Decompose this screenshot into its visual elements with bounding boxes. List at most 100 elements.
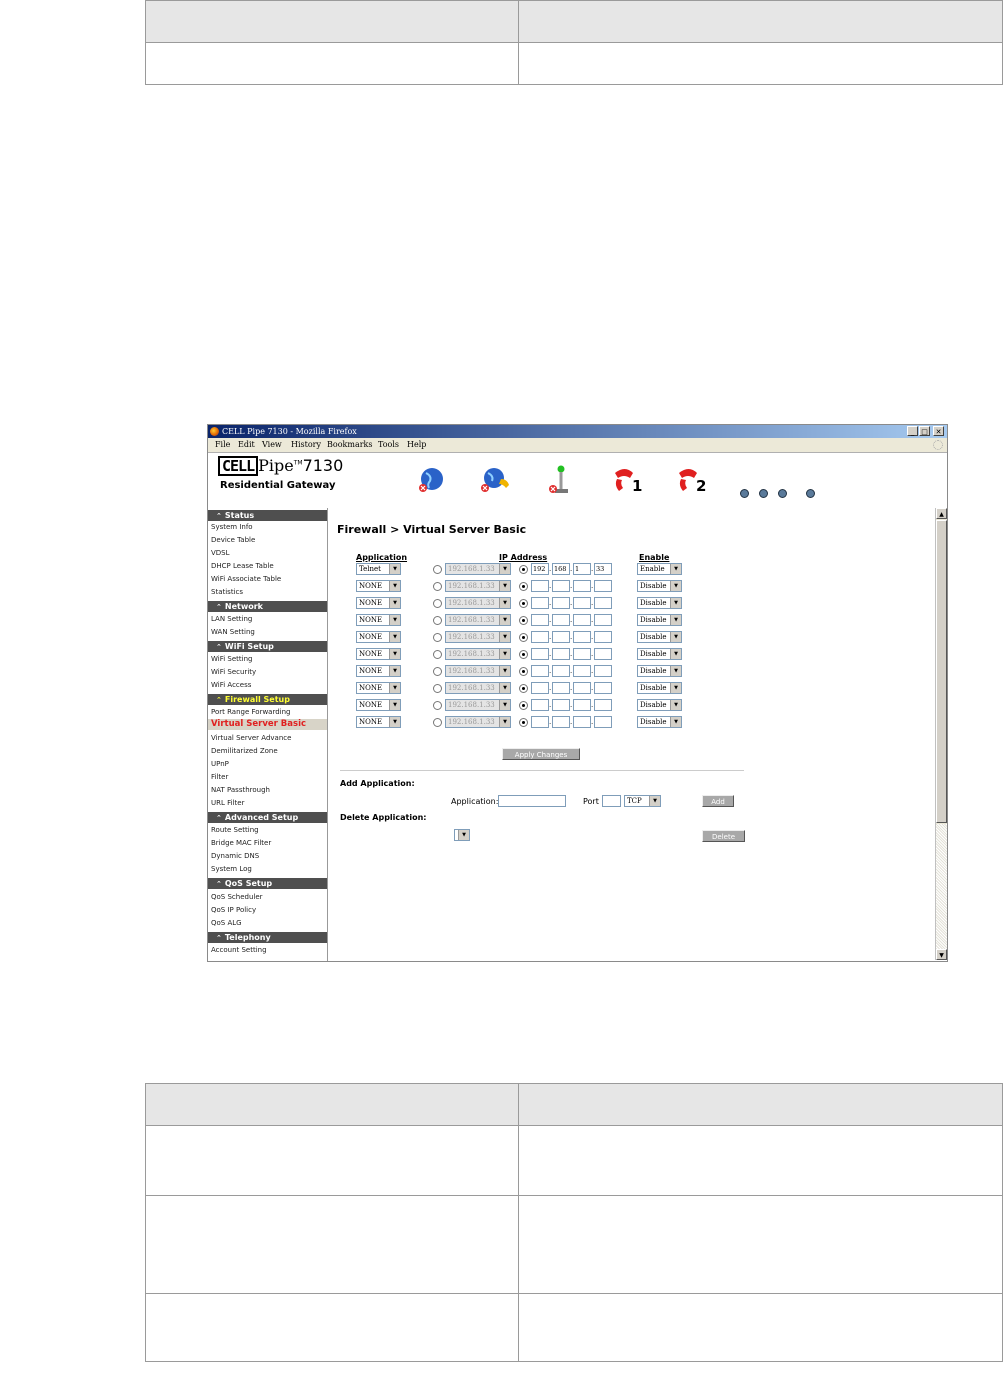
ip-octet-input[interactable] [594, 580, 612, 592]
scrollbar-thumb[interactable] [936, 520, 947, 823]
ip-octet-input[interactable] [531, 648, 549, 660]
scroll-up-icon[interactable]: ▲ [936, 508, 947, 519]
enable-select[interactable]: Disable ▼ [637, 665, 682, 677]
application-select[interactable]: NONE ▼ [356, 682, 401, 694]
sidebar-item-vdsl[interactable]: VDSL [211, 548, 230, 559]
sidebar-item-wifi-associate-table[interactable]: WiFi Associate Table [211, 574, 281, 585]
sidebar-item-wan-setting[interactable]: WAN Setting [211, 627, 255, 638]
ip-octet-input[interactable]: 168 [552, 563, 570, 575]
sidebar-item-nat-passthrough[interactable]: NAT Passthrough [211, 785, 270, 796]
ip-list-select[interactable]: 192.168.1.33 ▼ [445, 614, 511, 626]
sidebar-item-statistics[interactable]: Statistics [211, 587, 243, 598]
ip-manual-radio[interactable] [519, 616, 528, 625]
enable-select[interactable]: Enable ▼ [637, 563, 682, 575]
sidebar-section-firewall-setup[interactable]: ⌃ Firewall Setup [208, 694, 327, 705]
ip-octet-input[interactable] [552, 614, 570, 626]
ip-octet-input[interactable] [552, 580, 570, 592]
ip-octet-input[interactable] [573, 682, 591, 694]
ip-list-select[interactable]: 192.168.1.33 ▼ [445, 682, 511, 694]
sidebar-section-status[interactable]: ⌃ Status [208, 510, 327, 521]
sidebar-item-wifi-setting[interactable]: WiFi Setting [211, 654, 252, 665]
ip-list-select[interactable]: 192.168.1.33 ▼ [445, 699, 511, 711]
sidebar-item-virtual-server-basic[interactable]: Virtual Server Basic [208, 719, 327, 730]
sidebar-item-qos-scheduler[interactable]: QoS Scheduler [211, 892, 263, 903]
protocol-select[interactable]: TCP ▼ [624, 795, 661, 807]
sidebar-section-network[interactable]: ⌃ Network [208, 601, 327, 612]
ip-manual-radio[interactable] [519, 718, 528, 727]
sidebar-item-dhcp-lease-table[interactable]: DHCP Lease Table [211, 561, 274, 572]
ip-octet-input[interactable] [531, 614, 549, 626]
ip-octet-input[interactable] [531, 580, 549, 592]
application-select[interactable]: NONE ▼ [356, 648, 401, 660]
ip-octet-input[interactable] [531, 699, 549, 711]
ip-octet-input[interactable] [594, 614, 612, 626]
ip-list-radio[interactable] [433, 650, 442, 659]
delete-application-select[interactable]: ▼ [454, 829, 470, 841]
ip-octet-input[interactable] [552, 682, 570, 694]
sidebar-section-qos-setup[interactable]: ⌃ QoS Setup [208, 878, 327, 889]
ip-list-select[interactable]: 192.168.1.33 ▼ [445, 580, 511, 592]
ip-octet-input[interactable] [552, 665, 570, 677]
sidebar-item-wifi-security[interactable]: WiFi Security [211, 667, 256, 678]
ip-octet-input[interactable] [594, 648, 612, 660]
enable-select[interactable]: Disable ▼ [637, 699, 682, 711]
ip-octet-input[interactable] [594, 699, 612, 711]
ip-manual-radio[interactable] [519, 650, 528, 659]
ip-manual-radio[interactable] [519, 701, 528, 710]
close-button[interactable]: ✕ [933, 426, 944, 436]
ip-manual-radio[interactable] [519, 582, 528, 591]
ip-octet-input[interactable] [573, 665, 591, 677]
maximize-button[interactable]: □ [919, 426, 930, 436]
application-select[interactable]: NONE ▼ [356, 699, 401, 711]
scroll-down-icon[interactable]: ▼ [936, 949, 947, 960]
sidebar-item-dynamic-dns[interactable]: Dynamic DNS [211, 851, 259, 862]
enable-select[interactable]: Disable ▼ [637, 580, 682, 592]
ip-octet-input[interactable] [531, 597, 549, 609]
ip-octet-input[interactable] [552, 699, 570, 711]
menu-help[interactable]: Help [407, 438, 426, 452]
ip-octet-input[interactable]: 192 [531, 563, 549, 575]
ip-octet-input[interactable] [552, 631, 570, 643]
application-select[interactable]: NONE ▼ [356, 597, 401, 609]
ip-octet-input[interactable] [531, 665, 549, 677]
ip-list-select[interactable]: 192.168.1.33 ▼ [445, 648, 511, 660]
ip-octet-input[interactable] [573, 699, 591, 711]
application-select[interactable]: NONE ▼ [356, 631, 401, 643]
ip-list-radio[interactable] [433, 616, 442, 625]
enable-select[interactable]: Disable ▼ [637, 614, 682, 626]
scrollbar-track[interactable] [936, 824, 947, 949]
ip-list-select[interactable]: 192.168.1.33 ▼ [445, 597, 511, 609]
menu-bookmarks[interactable]: Bookmarks [327, 438, 373, 452]
minimize-button[interactable]: _ [907, 426, 918, 436]
ip-octet-input[interactable] [594, 631, 612, 643]
sidebar-item-virtual-server-advance[interactable]: Virtual Server Advance [211, 733, 291, 744]
ip-octet-input[interactable] [573, 614, 591, 626]
ip-octet-input[interactable] [573, 648, 591, 660]
ip-octet-input[interactable] [552, 648, 570, 660]
application-select[interactable]: NONE ▼ [356, 614, 401, 626]
ip-list-select[interactable]: 192.168.1.33 ▼ [445, 631, 511, 643]
ip-list-radio[interactable] [433, 718, 442, 727]
ip-list-radio[interactable] [433, 599, 442, 608]
ip-manual-radio[interactable] [519, 633, 528, 642]
ip-octet-input[interactable]: 1 [573, 563, 591, 575]
application-name-input[interactable] [498, 795, 566, 807]
ip-list-select[interactable]: 192.168.1.33 ▼ [445, 563, 511, 575]
sidebar-item-account-setting[interactable]: Account Setting [211, 945, 267, 956]
sidebar-item-qos-alg[interactable]: QoS ALG [211, 918, 242, 929]
enable-select[interactable]: Disable ▼ [637, 597, 682, 609]
menu-view[interactable]: View [262, 438, 282, 452]
application-select[interactable]: Telnet ▼ [356, 563, 401, 575]
sidebar-item-demilitarized-zone[interactable]: Demilitarized Zone [211, 746, 278, 757]
ip-list-select[interactable]: 192.168.1.33 ▼ [445, 716, 511, 728]
ip-list-radio[interactable] [433, 633, 442, 642]
menu-tools[interactable]: Tools [378, 438, 399, 452]
enable-select[interactable]: Disable ▼ [637, 648, 682, 660]
sidebar-item-bridge-mac-filter[interactable]: Bridge MAC Filter [211, 838, 271, 849]
ip-list-radio[interactable] [433, 582, 442, 591]
menu-history[interactable]: History [291, 438, 321, 452]
sidebar-item-filter[interactable]: Filter [211, 772, 228, 783]
ip-octet-input[interactable] [594, 665, 612, 677]
ip-octet-input[interactable] [552, 716, 570, 728]
ip-manual-radio[interactable] [519, 667, 528, 676]
